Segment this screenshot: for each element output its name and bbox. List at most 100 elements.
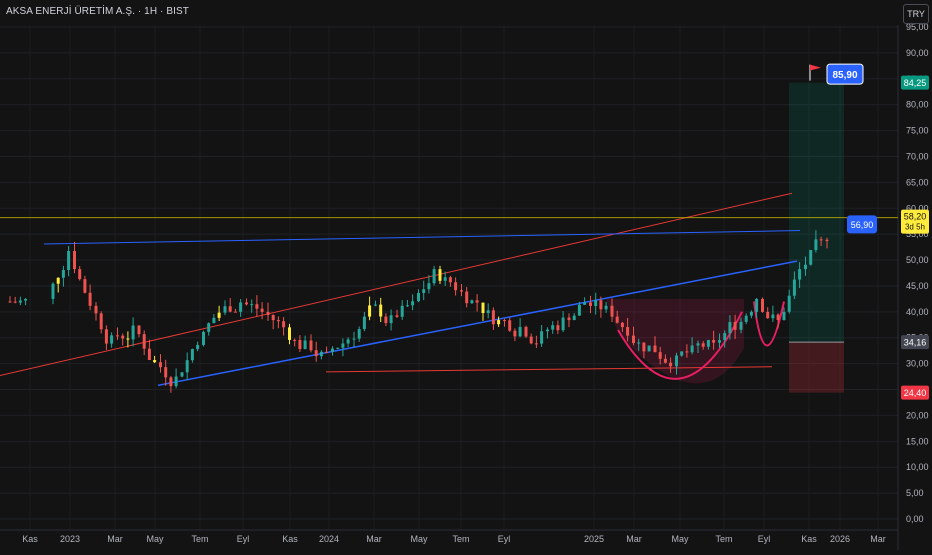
x-tick-label: Mar <box>626 534 642 544</box>
candle-body <box>13 301 17 303</box>
candle-body <box>67 251 71 271</box>
last-price-tag: 58,20 <box>904 212 927 222</box>
candle-body <box>701 343 705 347</box>
stop-level-tag: 24,40 <box>904 388 927 398</box>
candle-body <box>556 325 560 331</box>
candle-body <box>497 320 501 325</box>
y-tick-label: 80,00 <box>906 100 929 110</box>
x-tick-label: 2024 <box>319 534 339 544</box>
price-chart[interactable]: 0,005,0010,0015,0020,0025,0030,0035,0040… <box>0 0 932 550</box>
candle-body <box>336 347 340 349</box>
candle-body <box>309 340 313 351</box>
candle-body <box>755 298 759 312</box>
x-tick-label: Eyl <box>758 534 771 544</box>
candle-body <box>690 345 694 353</box>
candle-body <box>147 348 151 361</box>
x-tick-label: Kas <box>801 534 817 544</box>
candle-body <box>675 355 678 367</box>
y-tick-label: 5,00 <box>906 488 924 498</box>
x-tick-label: 2026 <box>830 534 850 544</box>
y-tick-label: 20,00 <box>906 410 929 420</box>
candle-body <box>642 342 646 352</box>
time-axis[interactable]: Kas 2023 Mar May Tem Eyl Kas 2024 Mar May Tem Eyl 20… <box>22 534 886 544</box>
candle-body <box>223 306 227 313</box>
candle-body <box>448 277 452 283</box>
candle-body <box>159 362 162 368</box>
candle-body <box>94 305 98 314</box>
candle-body <box>632 335 635 344</box>
candle-body <box>610 305 614 317</box>
candle-body <box>771 314 775 319</box>
y-tick-label: 45,00 <box>906 281 929 291</box>
candle-body <box>88 292 92 306</box>
entry-level-tag: 34,16 <box>904 338 927 348</box>
x-tick-label: Tem <box>715 534 732 544</box>
candle-body <box>470 300 474 304</box>
y-tick-label: 65,00 <box>906 177 929 187</box>
candle-body <box>782 311 786 321</box>
chart-root[interactable]: 0,005,0010,0015,0020,0025,0030,0035,0040… <box>0 0 932 550</box>
candle-body <box>288 327 291 340</box>
candle-body <box>153 360 157 363</box>
candle-body <box>776 314 780 321</box>
y-tick-label: 90,00 <box>906 48 929 58</box>
candle-body <box>276 320 280 322</box>
candle-body <box>104 329 108 344</box>
candle-body <box>454 282 458 291</box>
candle-body <box>809 250 813 265</box>
candle-body <box>718 340 721 343</box>
x-tick-label: Kas <box>282 534 298 544</box>
candle-body <box>620 322 624 328</box>
candle-body <box>137 325 141 335</box>
price-axis[interactable]: 0,005,0010,0015,0020,0025,0030,0035,0040… <box>906 22 929 524</box>
candle-body <box>798 269 802 280</box>
currency-button[interactable]: TRY <box>903 4 929 24</box>
candle-body <box>653 345 657 353</box>
candle-body <box>465 291 469 304</box>
candle-body <box>190 349 194 361</box>
candle-body <box>298 340 302 350</box>
candle-body <box>685 351 689 353</box>
x-tick-label: Kas <box>22 534 38 544</box>
candle-body <box>427 283 431 290</box>
candle-body <box>825 239 829 241</box>
candle-body <box>594 300 598 306</box>
candle-body <box>405 305 409 307</box>
candle-body <box>728 322 732 334</box>
candle-body <box>61 270 65 278</box>
cup-zone <box>606 298 744 384</box>
candle-body <box>379 304 383 317</box>
candle-body <box>443 277 447 281</box>
candle-body <box>819 239 823 241</box>
candle-body <box>486 310 490 314</box>
candle-body <box>293 339 297 341</box>
x-tick-label: 2025 <box>584 534 604 544</box>
stop-zone <box>789 342 844 393</box>
candle-body <box>739 321 743 330</box>
candle-body <box>207 323 211 332</box>
y-tick-label: 15,00 <box>906 436 929 446</box>
candle-body <box>142 334 146 349</box>
candle-body <box>174 376 178 387</box>
candle-body <box>116 335 119 337</box>
candle-body <box>260 308 264 312</box>
candle-body <box>749 311 753 316</box>
y-tick-label: 70,00 <box>906 151 929 161</box>
candle-body <box>357 329 361 339</box>
candle-body <box>8 301 12 303</box>
candle-body <box>712 339 716 343</box>
candle-body <box>271 315 275 321</box>
candle-body <box>217 312 221 318</box>
tp-level-tag: 84,25 <box>904 78 927 88</box>
candle-body <box>792 279 796 296</box>
y-tick-label: 75,00 <box>906 126 929 136</box>
x-tick-label: Eyl <box>237 534 250 544</box>
candle-body <box>599 300 603 310</box>
candle-body <box>341 343 345 348</box>
candle-body <box>314 350 318 357</box>
candle-body <box>766 311 770 319</box>
candle-body <box>233 311 237 313</box>
target-zone <box>789 82 844 343</box>
x-tick-label: Mar <box>870 534 886 544</box>
candle-body <box>723 333 727 341</box>
